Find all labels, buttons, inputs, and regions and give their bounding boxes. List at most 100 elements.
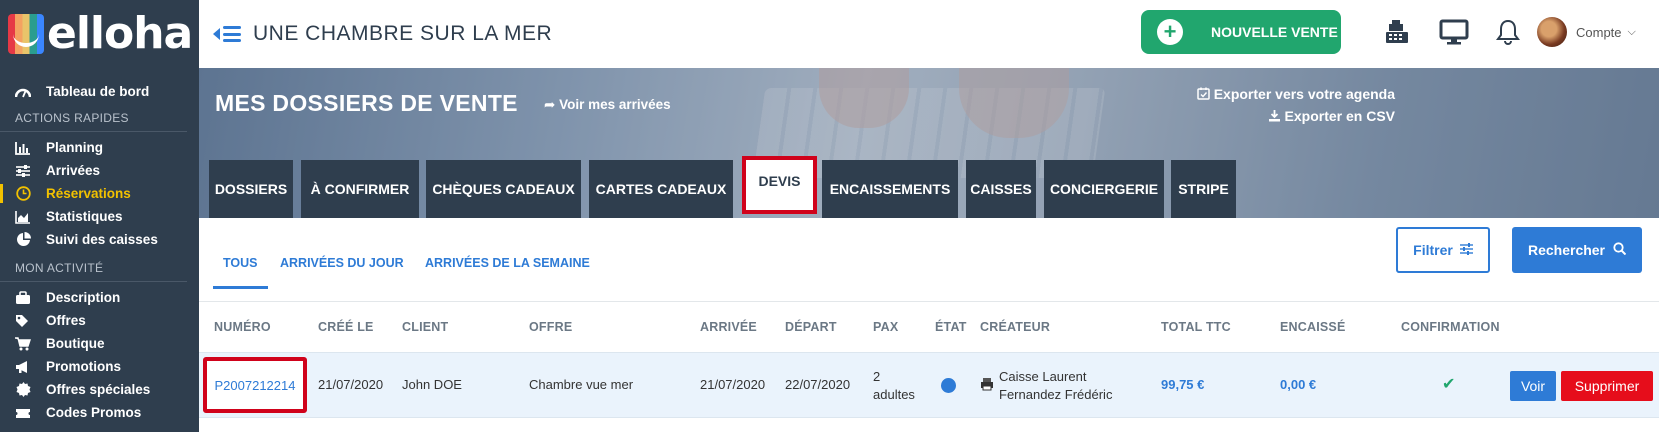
view-button[interactable]: Voir: [1510, 371, 1556, 401]
account-menu[interactable]: Compte ⌵: [1537, 14, 1636, 50]
export-agenda-label: Exporter vers votre agenda: [1213, 86, 1395, 102]
search-button[interactable]: Rechercher: [1512, 227, 1642, 273]
avatar: [1537, 17, 1567, 47]
cart-icon: [14, 336, 32, 352]
sidebar-item-codes-promos[interactable]: Codes Promos: [0, 401, 199, 424]
sidebar-item-label: Tableau de bord: [46, 84, 150, 99]
column-header[interactable]: DÉPART: [785, 320, 837, 334]
bell-icon[interactable]: [1495, 18, 1525, 48]
column-header[interactable]: CRÉATEUR: [980, 320, 1050, 334]
hotel-name: UNE CHAMBRE SUR LA MER: [253, 22, 553, 45]
column-header[interactable]: CLIENT: [402, 320, 448, 334]
sidebar-item-label: Promotions: [46, 359, 122, 374]
filter-button[interactable]: Filtrer: [1396, 227, 1490, 273]
column-header[interactable]: TOTAL TTC: [1161, 320, 1231, 334]
sidebar-item-promotions[interactable]: Promotions: [0, 355, 199, 378]
monitor-icon[interactable]: [1439, 18, 1469, 48]
printer-icon: [980, 377, 994, 394]
table-header: NUMÉRO CRÉÉ LE CLIENT OFFRE ARRIVÉE DÉPA…: [199, 302, 1659, 352]
client-name: John DOE: [402, 377, 462, 392]
brand-logo[interactable]: elloha: [0, 0, 199, 68]
sliders-icon: [14, 163, 32, 179]
search-button-label: Rechercher: [1527, 242, 1606, 258]
view-arrivals-link[interactable]: ➦ Voir mes arrivées: [544, 97, 671, 113]
tab-encaissements[interactable]: ENCAISSEMENTS: [822, 160, 958, 218]
column-header[interactable]: OFFRE: [529, 320, 572, 334]
megaphone-icon: [14, 359, 32, 375]
sidebar-item-label: Réservations: [46, 186, 131, 201]
section-title-quick-actions: ACTIONS RAPIDES: [0, 103, 187, 132]
pie-chart-icon: [14, 232, 32, 248]
sidebar-item-description[interactable]: Description: [0, 286, 199, 309]
sidebar-item-statistiques[interactable]: Statistiques: [0, 205, 199, 228]
top-bar: UNE CHAMBRE SUR LA MER + NOUVELLE VENTE …: [199, 0, 1659, 68]
sidebar-item-label: Boutique: [46, 336, 105, 351]
creator-line-1: Caisse Laurent: [999, 369, 1087, 384]
tab-a-confirmer[interactable]: À CONFIRMER: [301, 160, 419, 218]
tab-caisses[interactable]: CAISSES: [966, 160, 1036, 218]
column-header[interactable]: ENCAISSÉ: [1280, 320, 1346, 334]
pax: 2 adultes: [873, 368, 915, 404]
sidebar-item-reservations[interactable]: Réservations: [0, 182, 199, 205]
filter-bar: TOUS ARRIVÉES DU JOUR ARRIVÉES DE LA SEM…: [199, 218, 1659, 302]
table-row: P2007212214 21/07/2020 John DOE Chambre …: [199, 352, 1659, 418]
column-header[interactable]: ÉTAT: [935, 320, 967, 334]
table-footer-space: [199, 418, 1659, 432]
tab-cheques-cadeaux[interactable]: CHÈQUES CADEAUX: [426, 160, 581, 218]
tab-label: CONCIERGERIE: [1049, 181, 1159, 197]
column-header[interactable]: PAX: [873, 320, 898, 334]
ticket-icon: [14, 405, 32, 421]
arrival-date: 21/07/2020: [700, 377, 766, 392]
departure-date: 22/07/2020: [785, 377, 851, 392]
sidebar-item-offres-speciales[interactable]: Offres spéciales: [0, 378, 199, 401]
tab-dossiers[interactable]: DOSSIERS: [209, 160, 293, 218]
tab-stripe[interactable]: STRIPE: [1171, 160, 1236, 218]
sidebar-item-offres[interactable]: Offres: [0, 309, 199, 332]
calendar-check-icon: [1197, 86, 1214, 102]
logo-mark-icon: [8, 14, 44, 54]
download-icon: [1268, 108, 1285, 124]
share-arrow-icon: ➦: [544, 97, 556, 112]
export-csv-link[interactable]: Exporter en CSV: [1268, 108, 1395, 124]
column-header[interactable]: ARRIVÉE: [700, 320, 757, 334]
new-sale-button[interactable]: + NOUVELLE VENTE: [1141, 10, 1341, 54]
column-header[interactable]: CONFIRMATION: [1401, 320, 1500, 334]
sidebar-item-label: Planning: [46, 140, 103, 155]
delete-button[interactable]: Supprimer: [1561, 371, 1653, 401]
creator-line-2: Fernandez Frédéric: [999, 387, 1113, 402]
sale-number-link[interactable]: P2007212214: [203, 357, 307, 413]
subtab-arrivees-du-jour[interactable]: ARRIVÉES DU JOUR: [280, 256, 404, 270]
sidebar-item-label: Statistiques: [46, 209, 123, 224]
subtab-arrivees-semaine[interactable]: ARRIVÉES DE LA SEMAINE: [425, 256, 590, 270]
export-agenda-link[interactable]: Exporter vers votre agenda: [1197, 86, 1395, 102]
sliders-icon: [1459, 242, 1473, 258]
tags-icon: [14, 313, 32, 329]
tab-label: STRIPE: [1178, 181, 1229, 197]
sidebar-item-planning[interactable]: Planning: [0, 136, 199, 159]
column-header[interactable]: NUMÉRO: [214, 320, 271, 334]
subtab-tous[interactable]: TOUS: [213, 256, 267, 289]
plus-icon: +: [1157, 19, 1183, 45]
tab-cartes-cadeaux[interactable]: CARTES CADEAUX: [589, 160, 733, 218]
sidebar-item-dashboard[interactable]: Tableau de bord: [0, 80, 199, 103]
sidebar-collapse-icon[interactable]: [213, 24, 241, 44]
amount-collected: 0,00 €: [1280, 377, 1317, 392]
sidebar-item-boutique[interactable]: Boutique: [0, 332, 199, 355]
column-header[interactable]: CRÉÉ LE: [318, 320, 374, 334]
sidebar-item-arrivees[interactable]: Arrivées: [0, 159, 199, 182]
clock-icon: [14, 186, 32, 202]
cash-register-icon[interactable]: [1383, 18, 1413, 48]
tab-conciergerie[interactable]: CONCIERGERIE: [1044, 160, 1164, 218]
briefcase-icon: [14, 290, 32, 306]
account-label: Compte: [1576, 24, 1622, 40]
tab-label: CHÈQUES CADEAUX: [432, 181, 575, 197]
export-csv-label: Exporter en CSV: [1284, 108, 1395, 124]
pax-count: 2: [873, 369, 881, 384]
tab-label: DOSSIERS: [214, 181, 288, 197]
tab-devis[interactable]: DEVIS: [742, 156, 817, 214]
sidebar-nav: Tableau de bord ACTIONS RAPIDES Planning…: [0, 68, 199, 424]
view-arrivals-label: Voir mes arrivées: [559, 97, 671, 112]
sidebar-item-suivi-caisses[interactable]: Suivi des caisses: [0, 228, 199, 251]
area-chart-icon: [14, 209, 32, 225]
chevron-down-icon: ⌵: [1627, 25, 1636, 38]
